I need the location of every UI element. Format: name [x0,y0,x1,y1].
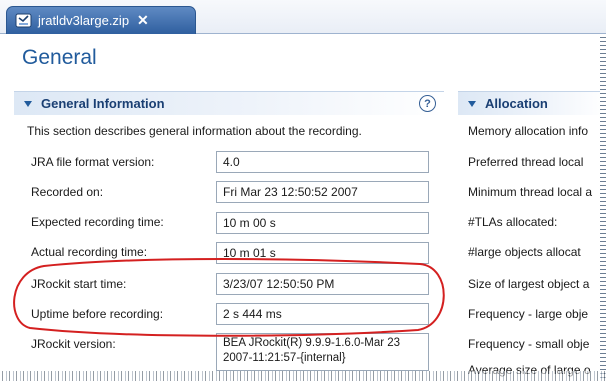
field-label: Actual recording time: [31,245,148,259]
field-label: JRockit start time: [31,277,127,291]
section-title: Allocation [485,96,548,111]
editor-tab-strip: jratldv3large.zip ✕ [0,0,606,34]
archive-file-icon [15,13,32,28]
field-label: Uptime before recording: [31,307,164,321]
field-label: JRockit version: [31,337,116,351]
allocation-label: Preferred thread local [468,155,584,169]
section-title: General Information [41,96,165,111]
allocation-label: #TLAs allocated: [468,215,558,229]
tab-title: jratldv3large.zip [38,13,130,28]
field-label: Recorded on: [31,185,104,199]
allocation-header[interactable]: Allocation [458,91,606,115]
general-information-header[interactable]: General Information ? [14,91,444,115]
field-value[interactable]: 10 m 01 s [216,242,429,264]
field-label: JRA file format version: [31,155,155,169]
chevron-down-icon[interactable] [468,100,476,107]
field-label: Expected recording time: [31,215,164,229]
chevron-down-icon[interactable] [24,100,32,107]
allocation-label: Frequency - small obje [468,337,590,351]
field-value[interactable]: 2 s 444 ms [216,303,429,325]
allocation-label: Minimum thread local a [468,185,593,199]
scrollbar-edge [600,34,606,381]
page-title: General [22,46,97,69]
help-icon[interactable]: ? [419,95,436,112]
editor-tab[interactable]: jratldv3large.zip ✕ [6,6,196,34]
allocation-label: Size of largest object a [468,277,590,291]
field-value[interactable]: 10 m 00 s [216,212,429,234]
close-icon[interactable]: ✕ [137,12,149,29]
allocation-label: Frequency - large obje [468,307,589,321]
section-description: This section describes general informati… [27,124,362,138]
field-value[interactable]: 4.0 [216,151,429,173]
field-value[interactable]: 3/23/07 12:50:50 PM [216,273,429,295]
allocation-label: Memory allocation info [468,124,589,138]
field-value[interactable]: Fri Mar 23 12:50:52 2007 [216,181,429,203]
field-value[interactable]: BEA JRockit(R) 9.9.9-1.6.0-Mar 23 2007-1… [216,333,429,371]
clipped-bottom-edge [0,371,606,381]
allocation-label: #large objects allocat [468,245,581,259]
